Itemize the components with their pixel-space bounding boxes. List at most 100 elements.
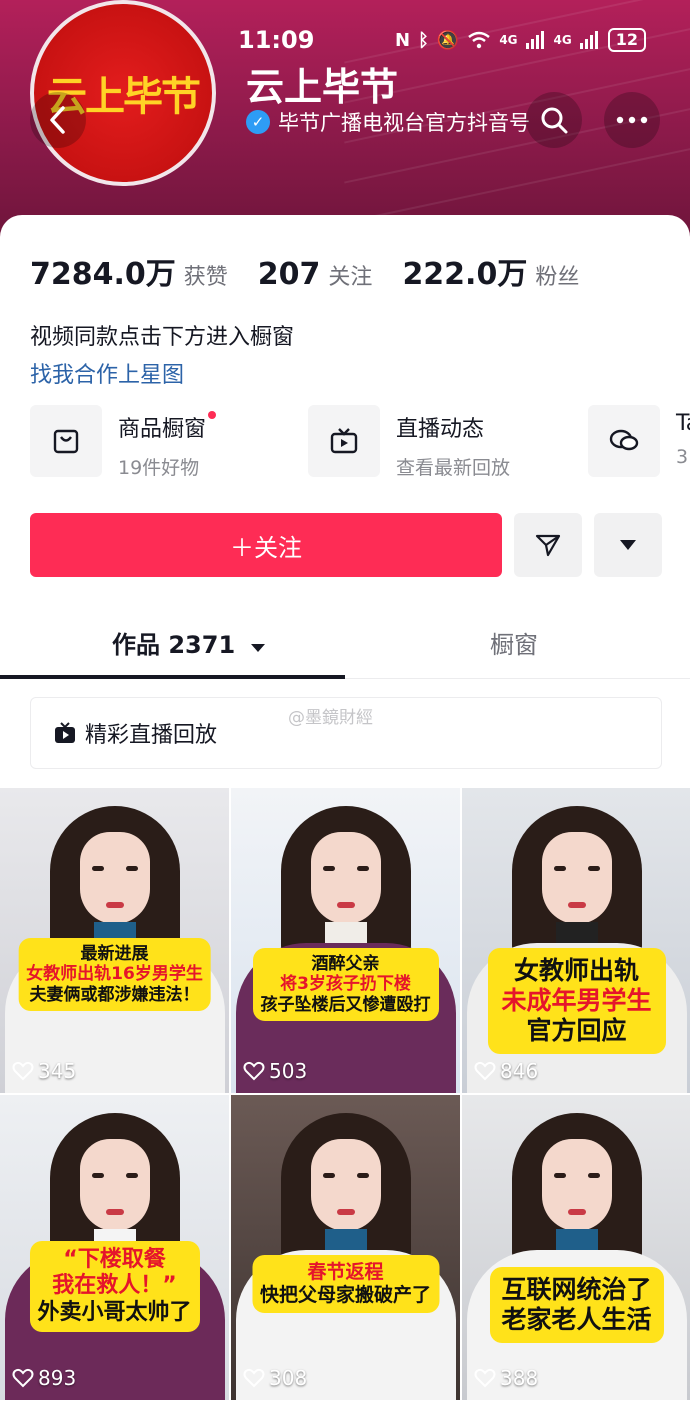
video-caption: 酒醉父亲 将3岁孩子扔下楼 孩子坠楼后又惨遭殴打 xyxy=(252,948,439,1022)
search-button[interactable] xyxy=(526,92,582,148)
caption-line: 未成年男学生 xyxy=(501,986,652,1015)
caption-line: 孩子坠楼后又惨遭殴打 xyxy=(260,994,431,1015)
caption-line: 将3岁孩子扔下楼 xyxy=(280,974,411,995)
live-tv-icon xyxy=(55,722,75,743)
caption-line: “下楼取餐 xyxy=(63,1247,166,1272)
feature-subtitle: 19件好物 xyxy=(118,457,200,479)
caption-line: 快把父母家搬破产了 xyxy=(259,1283,432,1306)
feature-icon-box xyxy=(30,405,102,477)
video-thumbnail[interactable]: “下楼取餐 我在救人！” 外卖小哥太帅了 893 xyxy=(0,1095,229,1400)
live-tv-icon xyxy=(330,428,358,454)
tab-works[interactable]: 作品 2371 xyxy=(112,625,266,660)
like-count-value: 345 xyxy=(38,1059,77,1083)
profile-bio: 视频同款点击下方进入橱窗 xyxy=(30,325,295,350)
heart-icon xyxy=(243,1061,265,1081)
video-caption: 春节返程 快把父母家搬破产了 xyxy=(251,1255,440,1313)
caption-line: 我在救人！” xyxy=(52,1273,177,1299)
video-thumbnail[interactable]: 最新进展 女教师出轨16岁男学生 夫妻俩或都涉嫌违法！ 345 xyxy=(0,788,229,1093)
heart-icon xyxy=(243,1368,265,1388)
feature-subtitle: 3 xyxy=(676,446,689,468)
feature-title: Ta xyxy=(676,411,690,436)
feature-title: 直播动态 xyxy=(396,417,485,442)
feature-live[interactable]: 直播动态 查看最新回放 xyxy=(308,405,510,479)
profile-stats: 7284.0万 获赞 207 关注 222.0万 粉丝 xyxy=(30,249,609,293)
feature-icon-box xyxy=(308,405,380,477)
profile-name: 云上毕节 xyxy=(246,65,399,109)
nfc-icon: N xyxy=(395,29,411,51)
tab-showcase[interactable]: 橱窗 xyxy=(490,625,538,660)
video-caption: 女教师出轨 未成年男学生 官方回应 xyxy=(487,948,666,1054)
stat-number: 222.0万 xyxy=(402,257,528,292)
status-time: 11:09 xyxy=(238,26,315,54)
stat-number: 7284.0万 xyxy=(30,257,176,292)
more-dots-icon xyxy=(616,116,648,124)
chat-bubbles-icon xyxy=(609,429,639,451)
caption-line: 酒醉父亲 xyxy=(311,954,380,974)
stat-number: 207 xyxy=(257,257,321,292)
caption-line: 夫妻俩或都涉嫌违法！ xyxy=(29,984,200,1005)
bluetooth-icon: ᛒ xyxy=(418,29,429,51)
feature-chat[interactable]: Ta 3 xyxy=(588,405,690,479)
stat-followers[interactable]: 222.0万 粉丝 xyxy=(402,249,579,293)
notification-dot xyxy=(208,411,217,419)
wifi-icon xyxy=(468,31,491,49)
watermark: @墨鏡財經 xyxy=(288,708,373,728)
video-thumbnail[interactable]: 互联网统治了 老家老人生活 388 xyxy=(462,1095,690,1400)
active-tab-indicator xyxy=(0,675,345,679)
chevron-left-icon xyxy=(50,106,65,134)
caption-line: 官方回应 xyxy=(526,1016,627,1045)
video-thumbnail[interactable]: 春节返程 快把父母家搬破产了 308 xyxy=(231,1095,460,1400)
heart-icon xyxy=(474,1061,496,1081)
video-caption: “下楼取餐 我在救人！” 外卖小哥太帅了 xyxy=(29,1241,200,1333)
verified-check-icon: ✓ xyxy=(246,110,270,134)
video-thumbnail[interactable]: 酒醉父亲 将3岁孩子扔下楼 孩子坠楼后又惨遭殴打 503 xyxy=(231,788,460,1093)
like-count-value: 846 xyxy=(500,1059,539,1083)
caption-line: 外卖小哥太帅了 xyxy=(37,1299,192,1325)
back-button[interactable] xyxy=(30,92,86,148)
signal-label-1: 4G xyxy=(499,33,518,47)
message-button[interactable] xyxy=(514,513,582,577)
heart-icon xyxy=(474,1368,496,1388)
heart-icon xyxy=(12,1368,34,1388)
caption-line: 女教师出轨16岁男学生 xyxy=(26,964,203,985)
stat-label: 关注 xyxy=(328,265,373,290)
follow-button[interactable]: ＋关注 xyxy=(30,513,502,577)
expand-button[interactable] xyxy=(594,513,662,577)
caption-line: 春节返程 xyxy=(307,1261,384,1283)
triangle-down-icon xyxy=(620,540,636,550)
like-count: 846 xyxy=(474,1059,538,1083)
like-count: 388 xyxy=(474,1366,538,1390)
live-replay-label: 精彩直播回放 xyxy=(85,723,218,748)
caption-line: 最新进展 xyxy=(80,944,149,964)
signal-bars-icon xyxy=(579,31,598,49)
feature-icon-box xyxy=(588,405,660,477)
shopping-bag-icon xyxy=(53,429,79,454)
like-count: 503 xyxy=(243,1059,307,1083)
cooperation-link[interactable]: 找我合作上星图 xyxy=(30,357,184,389)
more-options-button[interactable] xyxy=(604,92,660,148)
status-bar: 11:09 N ᛒ 🔕 4G 4G 12 xyxy=(0,26,690,58)
video-caption: 最新进展 女教师出轨16岁男学生 夫妻俩或都涉嫌违法！ xyxy=(18,938,211,1012)
feature-subtitle: 查看最新回放 xyxy=(396,457,511,479)
stat-likes[interactable]: 7284.0万 获赞 xyxy=(30,249,228,293)
battery-indicator: 12 xyxy=(607,28,646,52)
signal-label-2: 4G xyxy=(553,33,572,47)
stat-following[interactable]: 207 关注 xyxy=(258,257,373,292)
like-count: 345 xyxy=(12,1059,76,1083)
feature-shop-window[interactable]: 商品橱窗 19件好物 xyxy=(30,405,217,479)
content-tabs: 作品 2371 橱窗 xyxy=(0,605,690,679)
caption-line: 互联网统治了 xyxy=(501,1275,652,1304)
verified-badge: ✓ 毕节广播电视台官方抖音号 xyxy=(246,107,530,137)
like-count-value: 388 xyxy=(500,1366,539,1390)
stat-label: 粉丝 xyxy=(535,265,580,290)
search-icon xyxy=(541,107,568,134)
like-count-value: 503 xyxy=(269,1059,308,1083)
caption-line: 老家老人生活 xyxy=(501,1305,652,1334)
like-count: 893 xyxy=(12,1366,76,1390)
feature-title: 商品橱窗 xyxy=(118,417,207,442)
video-caption: 互联网统治了 老家老人生活 xyxy=(489,1267,664,1343)
tab-works-label: 作品 2371 xyxy=(112,631,236,659)
video-thumbnail[interactable]: 女教师出轨 未成年男学生 官方回应 846 xyxy=(462,788,690,1093)
stat-label: 获赞 xyxy=(183,265,228,290)
send-icon xyxy=(535,534,561,557)
